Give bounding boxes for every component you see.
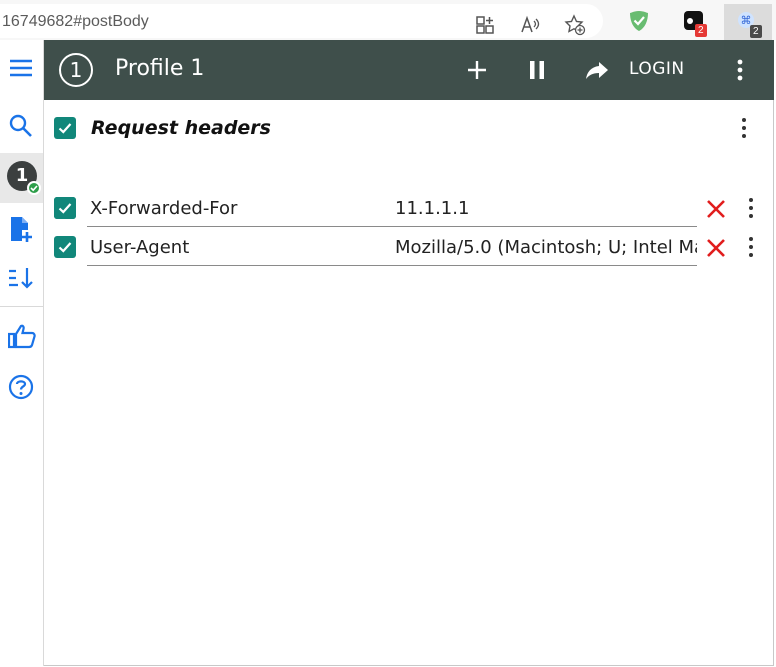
- modheader-popup: 1 1 Profile 1 LOGIN Request headers X-Fo…: [0, 40, 774, 666]
- adguard-icon[interactable]: [626, 8, 652, 34]
- check-icon: [58, 242, 72, 253]
- header-name-input[interactable]: X-Forwarded-For: [90, 198, 237, 219]
- profile-1-button[interactable]: 1: [0, 153, 43, 203]
- dark-extension-icon[interactable]: 2: [681, 8, 707, 37]
- kebab-menu-icon: [737, 59, 743, 81]
- delete-x-icon: [707, 200, 725, 218]
- plus-icon: [468, 61, 486, 79]
- hamburger-menu-icon: [10, 59, 32, 77]
- share-button[interactable]: [581, 54, 613, 86]
- delete-x-icon: [707, 239, 725, 257]
- header-list: Request headers X-Forwarded-For 11.1.1.1…: [44, 100, 774, 666]
- sort-button[interactable]: [0, 256, 43, 300]
- extension-badge: 2: [695, 24, 707, 37]
- help-icon: [8, 374, 34, 400]
- share-icon: [586, 62, 608, 79]
- header-value-input[interactable]: Mozilla/5.0 (Macintosh; U; Intel Mac OS …: [395, 237, 697, 258]
- thumbs-up-icon: [8, 324, 36, 349]
- active-check-icon: [27, 181, 41, 195]
- more-options-button[interactable]: [724, 54, 756, 86]
- add-profile-button[interactable]: [0, 206, 43, 250]
- request-headers-title: Request headers: [91, 117, 271, 139]
- sidebar-divider: [0, 306, 43, 307]
- search-button[interactable]: [0, 104, 43, 148]
- profile-header: 1 Profile 1 LOGIN: [44, 40, 774, 100]
- group-more-button[interactable]: [736, 117, 752, 141]
- header-more-button[interactable]: [743, 197, 759, 221]
- delete-header-button[interactable]: [705, 237, 727, 259]
- add-header-button[interactable]: [461, 54, 493, 86]
- add-favorite-icon[interactable]: [564, 14, 586, 36]
- check-icon: [58, 203, 72, 214]
- login-button[interactable]: LOGIN: [629, 59, 685, 79]
- header-row-2-checkbox[interactable]: [54, 236, 76, 258]
- add-file-icon: [11, 217, 32, 242]
- check-icon: [58, 123, 72, 134]
- profile-title[interactable]: Profile 1: [115, 56, 204, 81]
- address-bar-text: 16749682#postBody: [2, 13, 149, 30]
- pause-icon: [530, 61, 544, 79]
- header-row-1-checkbox[interactable]: [54, 197, 76, 219]
- row-underline: [87, 226, 697, 227]
- address-bar[interactable]: 16749682#postBody: [0, 4, 603, 38]
- help-button[interactable]: [0, 365, 43, 409]
- rate-button[interactable]: [0, 314, 43, 358]
- header-name-input[interactable]: User-Agent: [90, 237, 189, 258]
- sort-icon: [9, 268, 33, 289]
- search-icon: [9, 114, 32, 137]
- row-underline: [87, 265, 697, 266]
- delete-header-button[interactable]: [705, 198, 727, 220]
- pause-button[interactable]: [521, 54, 553, 86]
- header-more-button[interactable]: [743, 236, 759, 260]
- extension-badge: 2: [750, 25, 762, 38]
- menu-button[interactable]: [0, 46, 43, 90]
- sidebar: 1: [0, 40, 44, 666]
- app-available-icon[interactable]: [474, 14, 496, 36]
- header-value-input[interactable]: 11.1.1.1: [395, 198, 697, 219]
- read-aloud-icon[interactable]: [519, 14, 541, 36]
- request-headers-checkbox[interactable]: [54, 117, 76, 139]
- browser-toolbar: 16749682#postBody 2 ⌘ 2: [0, 0, 776, 40]
- modheader-icon[interactable]: ⌘ 2: [735, 8, 762, 38]
- profile-number-badge[interactable]: 1: [59, 53, 93, 87]
